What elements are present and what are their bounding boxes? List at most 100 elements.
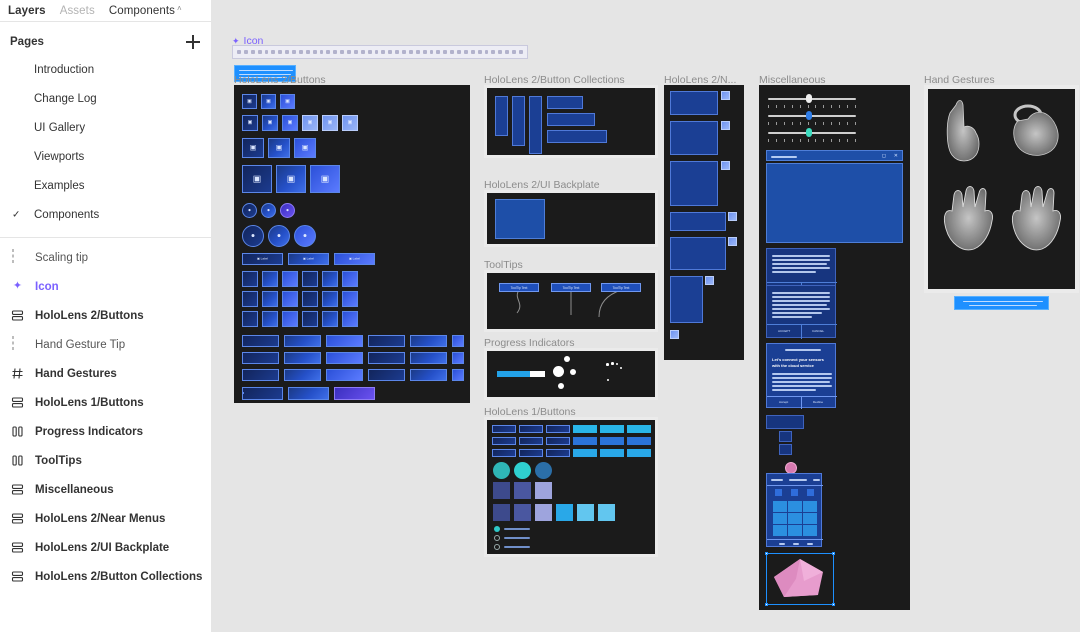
button-group-vertical[interactable]	[512, 96, 525, 146]
radio-button[interactable]	[452, 352, 464, 364]
radio-button[interactable]	[492, 437, 516, 445]
circle-button[interactable]	[514, 462, 531, 479]
button-tile[interactable]: ▣	[242, 165, 272, 193]
square-button[interactable]	[535, 504, 552, 521]
button-group-horizontal[interactable]	[547, 96, 583, 109]
square-button[interactable]	[577, 504, 594, 521]
button-group-horizontal[interactable]	[547, 113, 595, 126]
button-tile[interactable]: ▣	[280, 94, 295, 109]
keypad-key[interactable]	[788, 525, 802, 536]
checkbox-button[interactable]	[546, 425, 570, 433]
square-button[interactable]	[493, 504, 510, 521]
checkbox-button[interactable]	[326, 335, 363, 347]
radio-button[interactable]	[284, 352, 321, 364]
button-wide[interactable]: ▣ Label	[288, 253, 329, 265]
button-tile[interactable]	[262, 311, 278, 327]
pin-button[interactable]	[721, 91, 730, 100]
button-circle[interactable]: ●	[242, 225, 264, 247]
circle-button[interactable]	[493, 462, 510, 479]
keypad-key[interactable]	[788, 501, 802, 512]
layer-item-hololens2-near-menus[interactable]: HoloLens 2/Near Menus	[0, 504, 211, 533]
pin-button[interactable]	[705, 276, 714, 285]
page-item-examples[interactable]: Examples	[0, 171, 211, 200]
button-tile[interactable]: ▣	[262, 115, 278, 131]
slider-track[interactable]	[768, 115, 856, 117]
checkbox-button-active[interactable]	[627, 425, 651, 433]
square-button[interactable]	[556, 504, 573, 521]
button-tile[interactable]	[262, 271, 278, 287]
layer-item-hololens2-ui-backplate[interactable]: HoloLens 2/UI Backplate	[0, 533, 211, 562]
dialog-card-large[interactable]: Let's connect your sensors with the clou…	[766, 343, 837, 409]
layer-item-scaling-tip[interactable]: Scaling tip	[0, 243, 211, 272]
button-tile[interactable]: ▣	[242, 115, 258, 131]
frame-button-collections[interactable]	[484, 85, 658, 158]
radio-button-active[interactable]	[600, 437, 624, 445]
icon-component-strip[interactable]	[232, 45, 528, 59]
page-item-ui-gallery[interactable]: UI Gallery	[0, 113, 211, 142]
layer-item-progress-indicators[interactable]: Progress Indicators	[0, 417, 211, 446]
button-tile[interactable]	[282, 311, 298, 327]
checkbox-button[interactable]	[452, 335, 464, 347]
slider-track[interactable]	[768, 132, 856, 134]
close-icon[interactable]: ✕	[894, 153, 898, 159]
pin-button[interactable]	[728, 237, 737, 246]
pin-button[interactable]	[721, 161, 730, 170]
button-circle[interactable]: ●	[261, 203, 276, 218]
button-wide[interactable]: ▣ Label	[334, 253, 375, 265]
button-tile[interactable]	[322, 311, 338, 327]
layer-item-miscellaneous[interactable]: Miscellaneous	[0, 475, 211, 504]
slider-knob[interactable]	[806, 111, 812, 120]
checkbox-button[interactable]	[519, 425, 543, 433]
button-tile[interactable]: ▣	[342, 115, 358, 131]
near-menu-panel[interactable]	[670, 91, 718, 115]
layer-item-hand-gestures[interactable]: Hand Gestures	[0, 359, 211, 388]
page-item-viewports[interactable]: Viewports	[0, 142, 211, 171]
button-circle[interactable]: ●	[294, 225, 316, 247]
button-group-vertical[interactable]	[529, 96, 542, 154]
ui-backplate[interactable]	[495, 199, 545, 239]
button-circle[interactable]: ●	[242, 203, 257, 218]
slider-knob[interactable]	[806, 128, 812, 137]
polyhedron-3d[interactable]	[766, 553, 834, 605]
button-tile[interactable]	[302, 291, 318, 307]
frame-hand-gestures[interactable]	[924, 85, 1079, 293]
keypad-key[interactable]	[791, 489, 798, 496]
canvas[interactable]: ✦ Icon HoloLens 2/Buttons ▣ ▣ ▣ ▣ ▣ ▣ ▣ …	[212, 0, 1080, 632]
button-tile[interactable]: ▣	[261, 94, 276, 109]
checkbox-button[interactable]	[492, 425, 516, 433]
keypad-key[interactable]	[773, 525, 787, 536]
pin-button[interactable]	[670, 330, 679, 339]
dialog-accept-button[interactable]: ACCEPT	[778, 329, 790, 333]
tooltip-button[interactable]: ToolTip Text	[601, 283, 641, 292]
slider-track[interactable]	[768, 98, 856, 100]
radio-button[interactable]	[546, 437, 570, 445]
square-button[interactable]	[535, 482, 552, 499]
tooltip-button[interactable]: ToolTip Text	[499, 283, 539, 292]
toggle-button[interactable]	[546, 449, 570, 457]
toggle-button-active[interactable]	[627, 449, 651, 457]
checkbox-button[interactable]	[284, 335, 321, 347]
circle-button[interactable]	[535, 462, 552, 479]
keypad-key[interactable]	[775, 489, 782, 496]
keypad-key[interactable]	[807, 489, 814, 496]
toggle-button-active[interactable]	[600, 449, 624, 457]
dialog-decline-button[interactable]: Decline	[813, 400, 823, 404]
layer-item-hololens1-buttons[interactable]: HoloLens 1/Buttons	[0, 388, 211, 417]
dialog-cancel-button[interactable]: CANCEL	[812, 329, 824, 333]
square-button[interactable]	[514, 504, 531, 521]
layer-item-icon[interactable]: ✦ Icon	[0, 272, 211, 301]
button-circle[interactable]: ●	[280, 203, 295, 218]
near-menu-panel[interactable]	[670, 276, 703, 323]
page-item-introduction[interactable]: Introduction	[0, 55, 211, 84]
button-tile[interactable]: ▣	[294, 138, 316, 158]
button-tile[interactable]	[282, 271, 298, 287]
tooltip-button[interactable]: ToolTip Text	[551, 283, 591, 292]
radio-button[interactable]	[242, 352, 279, 364]
square-button[interactable]	[598, 504, 615, 521]
near-menu-panel[interactable]	[670, 161, 718, 206]
button-tile[interactable]	[242, 271, 258, 287]
toggle-button[interactable]	[284, 369, 321, 381]
keypad-key[interactable]	[803, 513, 817, 524]
radio-button[interactable]	[326, 352, 363, 364]
tab-components[interactable]: Components ˄	[109, 4, 182, 17]
